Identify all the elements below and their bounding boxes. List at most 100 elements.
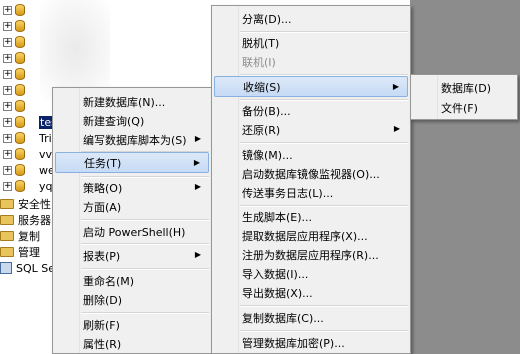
menu-item-label: 新建查询(Q) bbox=[83, 114, 145, 128]
menu-item-mirror[interactable]: 镜像(M)... bbox=[214, 144, 408, 165]
tree-row[interactable]: + tes bbox=[0, 114, 58, 130]
menu-item-new-database[interactable]: 新建数据库(N)... bbox=[55, 91, 209, 112]
database-icon bbox=[15, 180, 25, 192]
database-icon bbox=[15, 132, 25, 144]
menu-item-restore[interactable]: 还原(R) ▶ bbox=[214, 119, 408, 140]
menu-item-register-data-tier-app[interactable]: 注册为数据层应用程序(R)... bbox=[214, 244, 408, 265]
shrink-submenu: 数据库(D) 文件(F) bbox=[410, 74, 518, 120]
tasks-submenu: 分离(D)... 脱机(T) 联机(I) 收缩(S) ▶ 备份(B)... 还原(… bbox=[211, 5, 411, 354]
menu-item-label: 数据库(D) bbox=[441, 81, 492, 95]
menu-item-manage-database-encryption[interactable]: 管理数据库加密(P)... bbox=[214, 332, 408, 353]
menu-item-label: 文件(F) bbox=[441, 101, 478, 115]
menu-item-shrink[interactable]: 收缩(S) ▶ bbox=[214, 76, 408, 97]
menu-item-detach[interactable]: 分离(D)... bbox=[214, 8, 408, 29]
menu-item-label: 分离(D)... bbox=[242, 12, 292, 26]
blurred-region bbox=[40, 0, 110, 100]
submenu-arrow-icon: ▶ bbox=[393, 124, 400, 133]
menu-item-rename[interactable]: 重命名(M) bbox=[55, 270, 209, 291]
menu-item-delete[interactable]: 删除(D) bbox=[55, 289, 209, 310]
menu-item-label: 导出数据(X)... bbox=[242, 286, 313, 300]
menu-item-export-data[interactable]: 导出数据(X)... bbox=[214, 282, 408, 303]
menu-item-extract-data-tier-app[interactable]: 提取数据层应用程序(X)... bbox=[214, 225, 408, 246]
menu-item-label: 新建数据库(N)... bbox=[83, 95, 166, 109]
expand-icon[interactable]: + bbox=[3, 165, 12, 175]
tree-row[interactable]: + bbox=[0, 66, 29, 82]
menu-item-facets[interactable]: 方面(A) bbox=[55, 196, 209, 217]
database-icon bbox=[15, 20, 25, 32]
menu-item-shrink-database[interactable]: 数据库(D) bbox=[413, 77, 515, 98]
menu-item-take-offline[interactable]: 脱机(T) bbox=[214, 32, 408, 53]
expand-icon[interactable]: + bbox=[3, 53, 12, 63]
expand-icon[interactable]: + bbox=[3, 149, 12, 159]
menu-item-label: 报表(P) bbox=[83, 249, 121, 263]
folder-icon bbox=[0, 199, 14, 209]
tree-row[interactable]: + bbox=[0, 18, 29, 34]
menu-item-label: 方面(A) bbox=[83, 200, 122, 214]
menu-item-label: 收缩(S) bbox=[243, 80, 281, 94]
tree-item-label[interactable]: Tri bbox=[39, 132, 52, 145]
menu-item-start-powershell[interactable]: 启动 PowerShell(H) bbox=[55, 221, 209, 242]
submenu-arrow-icon: ▶ bbox=[194, 182, 201, 191]
tree-row[interactable]: + bbox=[0, 34, 29, 50]
tree-row[interactable]: + Tri bbox=[0, 130, 52, 146]
tree-row[interactable]: + bbox=[0, 98, 29, 114]
menu-item-new-query[interactable]: 新建查询(Q) bbox=[55, 110, 209, 131]
database-icon bbox=[15, 100, 25, 112]
tree-row[interactable]: + vvi bbox=[0, 146, 55, 162]
sql-agent-icon bbox=[0, 262, 12, 274]
menu-item-reports[interactable]: 报表(P) ▶ bbox=[55, 245, 209, 266]
menu-item-properties[interactable]: 属性(R) bbox=[55, 333, 209, 354]
menu-item-script-database[interactable]: 编写数据库脚本为(S) ▶ bbox=[55, 129, 209, 150]
menu-item-policies[interactable]: 策略(O) ▶ bbox=[55, 177, 209, 198]
menu-item-label: 脱机(T) bbox=[242, 36, 280, 50]
database-icon bbox=[15, 164, 25, 176]
expand-icon[interactable]: + bbox=[3, 133, 12, 143]
database-context-menu: 新建数据库(N)... 新建查询(Q) 编写数据库脚本为(S) ▶ 任务(T) ▶ … bbox=[52, 87, 212, 354]
menu-item-backup[interactable]: 备份(B)... bbox=[214, 100, 408, 121]
menu-item-label: 策略(O) bbox=[83, 181, 123, 195]
empty-workspace bbox=[410, 0, 520, 354]
tree-row[interactable]: SQL Se bbox=[0, 260, 55, 276]
tree-row[interactable]: 管理 bbox=[0, 244, 40, 260]
menu-item-copy-database[interactable]: 复制数据库(C)... bbox=[214, 307, 408, 328]
tree-row[interactable]: + bbox=[0, 50, 29, 66]
folder-icon bbox=[0, 215, 14, 225]
tree-row[interactable]: 复制 bbox=[0, 228, 40, 244]
tree-item-label[interactable]: 管理 bbox=[18, 244, 40, 260]
menu-item-label: 注册为数据层应用程序(R)... bbox=[242, 248, 379, 262]
tree-row[interactable]: + bbox=[0, 2, 29, 18]
database-icon bbox=[15, 116, 25, 128]
menu-item-label: 管理数据库加密(P)... bbox=[242, 336, 345, 350]
menu-item-launch-mirror-monitor[interactable]: 启动数据库镜像监视器(O)... bbox=[214, 163, 408, 184]
expand-icon[interactable]: + bbox=[3, 181, 12, 191]
menu-item-label: 传送事务日志(L)... bbox=[242, 186, 334, 200]
tree-row[interactable]: + bbox=[0, 82, 29, 98]
tree-item-label[interactable]: SQL Se bbox=[16, 262, 55, 275]
expand-icon[interactable]: + bbox=[3, 101, 12, 111]
menu-item-tasks[interactable]: 任务(T) ▶ bbox=[55, 152, 209, 173]
tree-item-label[interactable]: 复制 bbox=[18, 228, 40, 244]
expand-icon[interactable]: + bbox=[3, 37, 12, 47]
tree-item-label[interactable]: 服务器 bbox=[18, 212, 51, 228]
menu-item-label: 复制数据库(C)... bbox=[242, 311, 324, 325]
menu-item-label: 镜像(M)... bbox=[242, 148, 293, 162]
menu-item-label: 还原(R) bbox=[242, 123, 281, 137]
menu-item-generate-scripts[interactable]: 生成脚本(E)... bbox=[214, 206, 408, 227]
expand-icon[interactable]: + bbox=[3, 117, 12, 127]
menu-item-refresh[interactable]: 刷新(F) bbox=[55, 314, 209, 335]
menu-item-ship-transaction-logs[interactable]: 传送事务日志(L)... bbox=[214, 182, 408, 203]
menu-item-shrink-files[interactable]: 文件(F) bbox=[413, 97, 515, 118]
expand-icon[interactable]: + bbox=[3, 85, 12, 95]
expand-icon[interactable]: + bbox=[3, 5, 12, 15]
database-icon bbox=[15, 68, 25, 80]
expand-icon[interactable]: + bbox=[3, 21, 12, 31]
tree-row[interactable]: 安全性 bbox=[0, 196, 51, 212]
tree-row[interactable]: 服务器 bbox=[0, 212, 51, 228]
database-icon bbox=[15, 4, 25, 16]
menu-item-import-data[interactable]: 导入数据(I)... bbox=[214, 263, 408, 284]
menu-item-label: 属性(R) bbox=[83, 337, 122, 351]
menu-item-label: 导入数据(I)... bbox=[242, 267, 309, 281]
expand-icon[interactable]: + bbox=[3, 69, 12, 79]
menu-item-label: 提取数据层应用程序(X)... bbox=[242, 229, 368, 243]
tree-item-label[interactable]: 安全性 bbox=[18, 196, 51, 212]
